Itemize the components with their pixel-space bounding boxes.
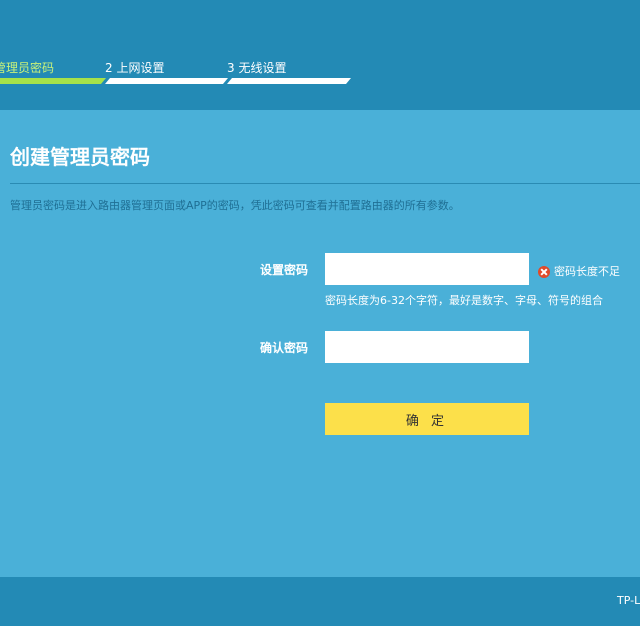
password-label: 设置密码 <box>260 263 309 277</box>
step-progress-bar <box>227 78 351 84</box>
confirm-button[interactable]: 确 定 <box>325 403 529 435</box>
footer-bar: TP-L <box>0 577 640 626</box>
page-title: 创建管理员密码 <box>10 145 150 169</box>
password-hint: 密码长度为6-32个字符，最好是数字、字母、符号的组合 <box>325 294 603 307</box>
confirm-password-input[interactable] <box>325 331 529 363</box>
step-admin-password: 管理员密码 <box>0 60 106 86</box>
page-description: 管理员密码是进入路由器管理页面或APP的密码，凭此密码可查看并配置路由器的所有参… <box>10 199 460 212</box>
step-label: 管理员密码 <box>0 61 55 75</box>
step-label: 3 无线设置 <box>227 61 287 75</box>
error-icon <box>538 265 550 278</box>
confirm-password-label: 确认密码 <box>260 341 309 355</box>
password-input[interactable] <box>325 253 529 285</box>
title-divider <box>10 183 640 184</box>
step-progress-bar <box>0 78 106 84</box>
step-wireless-settings: 3 无线设置 <box>227 60 351 86</box>
header-bar: 管理员密码 2 上网设置 3 无线设置 <box>0 0 640 110</box>
step-label: 2 上网设置 <box>105 61 165 75</box>
password-error: 密码长度不足 <box>538 261 620 278</box>
step-progress-bar <box>105 78 228 84</box>
footer-brand: TP-L <box>617 594 640 607</box>
password-error-text: 密码长度不足 <box>554 264 620 278</box>
step-internet-settings: 2 上网设置 <box>105 60 228 86</box>
